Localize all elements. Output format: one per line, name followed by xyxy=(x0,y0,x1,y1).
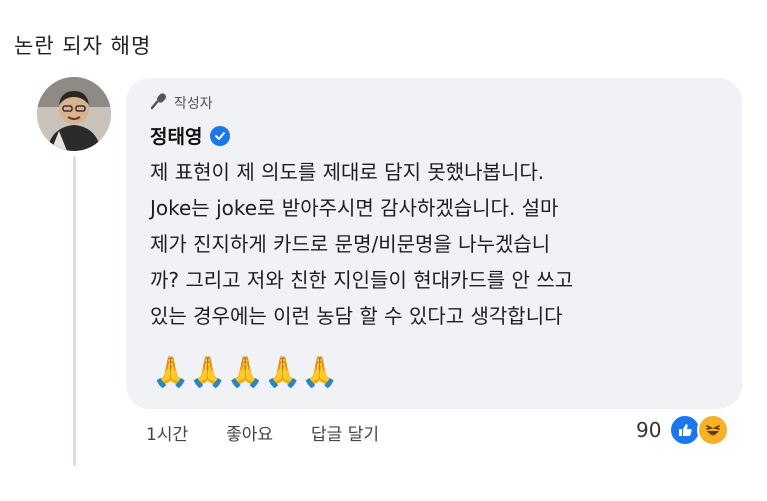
like-button[interactable]: 좋아요 xyxy=(226,420,273,445)
comment-line: 제가 진지하게 카드로 문명/비문명을 나누겠습니 xyxy=(150,232,551,256)
comment-text: 제 표현이 제 의도를 제대로 담지 못했나봅니다. Joke는 joke로 받… xyxy=(150,154,735,334)
thread-line xyxy=(73,156,76,466)
haha-icon xyxy=(697,414,730,446)
author-badge-label: 작성자 xyxy=(174,96,213,112)
author-name[interactable]: 정태영 xyxy=(150,122,231,149)
avatar-photo xyxy=(37,77,111,151)
comment-line: 제 표현이 제 의도를 제대로 담지 못했나봅니다. xyxy=(150,160,545,184)
comment-actions: 1시간 좋아요 답글 달기 xyxy=(146,420,417,445)
author-badge: 작성자 xyxy=(150,92,213,114)
reaction-count[interactable]: 90 xyxy=(636,418,661,442)
folded-hands-emoji-row: 🙏🙏🙏🙏🙏 xyxy=(152,355,339,390)
author-name-text[interactable]: 정태영 xyxy=(150,122,202,149)
reaction-summary[interactable]: 90 xyxy=(636,414,730,446)
timestamp-link[interactable]: 1시간 xyxy=(146,420,188,445)
comment-line: 있는 경우에는 이런 농담 할 수 있다고 생각합니다 xyxy=(150,304,563,328)
post-title: 논란 되자 해명 xyxy=(14,34,152,58)
reply-button[interactable]: 답글 달기 xyxy=(311,420,379,445)
comment-line: Joke는 joke로 받아주시면 감사하겠습니다. 설마 xyxy=(150,196,559,220)
comment-bubble: 작성자 정태영 제 표현이 제 의도를 제대로 담지 못했나봅니다. Joke는… xyxy=(126,78,742,409)
verified-badge-icon xyxy=(210,125,231,146)
comment-line: 까? 그리고 저와 친한 지인들이 현대카드를 안 쓰고 xyxy=(150,268,574,292)
microphone-icon xyxy=(150,92,168,114)
avatar[interactable] xyxy=(37,77,111,151)
